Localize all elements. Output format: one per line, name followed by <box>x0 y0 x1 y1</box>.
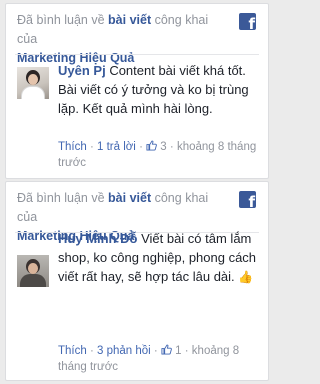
user-photo-icon[interactable] <box>17 67 49 99</box>
facebook-icon[interactable]: f <box>239 13 256 30</box>
header-prefix: Đã bình luận về <box>17 191 105 205</box>
comment-card: Đã bình luận về bài viết công khai của M… <box>5 181 269 381</box>
post-link[interactable]: bài viết <box>108 191 151 205</box>
facebook-icon[interactable]: f <box>239 191 256 208</box>
author-name-link[interactable]: Huy Minh Đỗ <box>58 231 137 246</box>
comment-body: Uyên Pj Content bài viết khá tốt. Bài vi… <box>58 61 261 118</box>
thumbs-up-icon[interactable] <box>146 140 160 153</box>
comment-meta: Thích · 3 phản hồi · 1 · khoảng 8 tháng … <box>58 344 240 373</box>
header-prefix: Đã bình luận về <box>17 13 105 27</box>
thumbs-up-emoji-icon: 👍 <box>238 270 254 284</box>
user-photo-icon[interactable] <box>17 255 49 287</box>
like-link[interactable]: Thích <box>58 345 87 357</box>
comment-header: Đã bình luận về bài viết công khai của M… <box>17 11 227 68</box>
replies-link[interactable]: 1 trả lời <box>97 141 136 153</box>
comment-body: Huy Minh Đỗ Viết bài có tâm lắm shop, ko… <box>58 229 261 286</box>
like-count: 1 <box>175 345 182 357</box>
thumbs-up-icon[interactable] <box>161 344 175 357</box>
comment-card: Đã bình luận về bài viết công khai của M… <box>5 3 269 179</box>
replies-link[interactable]: 3 phản hồi <box>97 345 151 357</box>
comment-meta: Thích · 1 trả lời · 3 · khoảng 8 tháng t… <box>58 140 257 169</box>
author-name-link[interactable]: Uyên Pj <box>58 63 106 78</box>
like-link[interactable]: Thích <box>58 141 87 153</box>
post-link[interactable]: bài viết <box>108 13 151 27</box>
divider <box>15 54 259 55</box>
like-count: 3 <box>160 141 167 153</box>
